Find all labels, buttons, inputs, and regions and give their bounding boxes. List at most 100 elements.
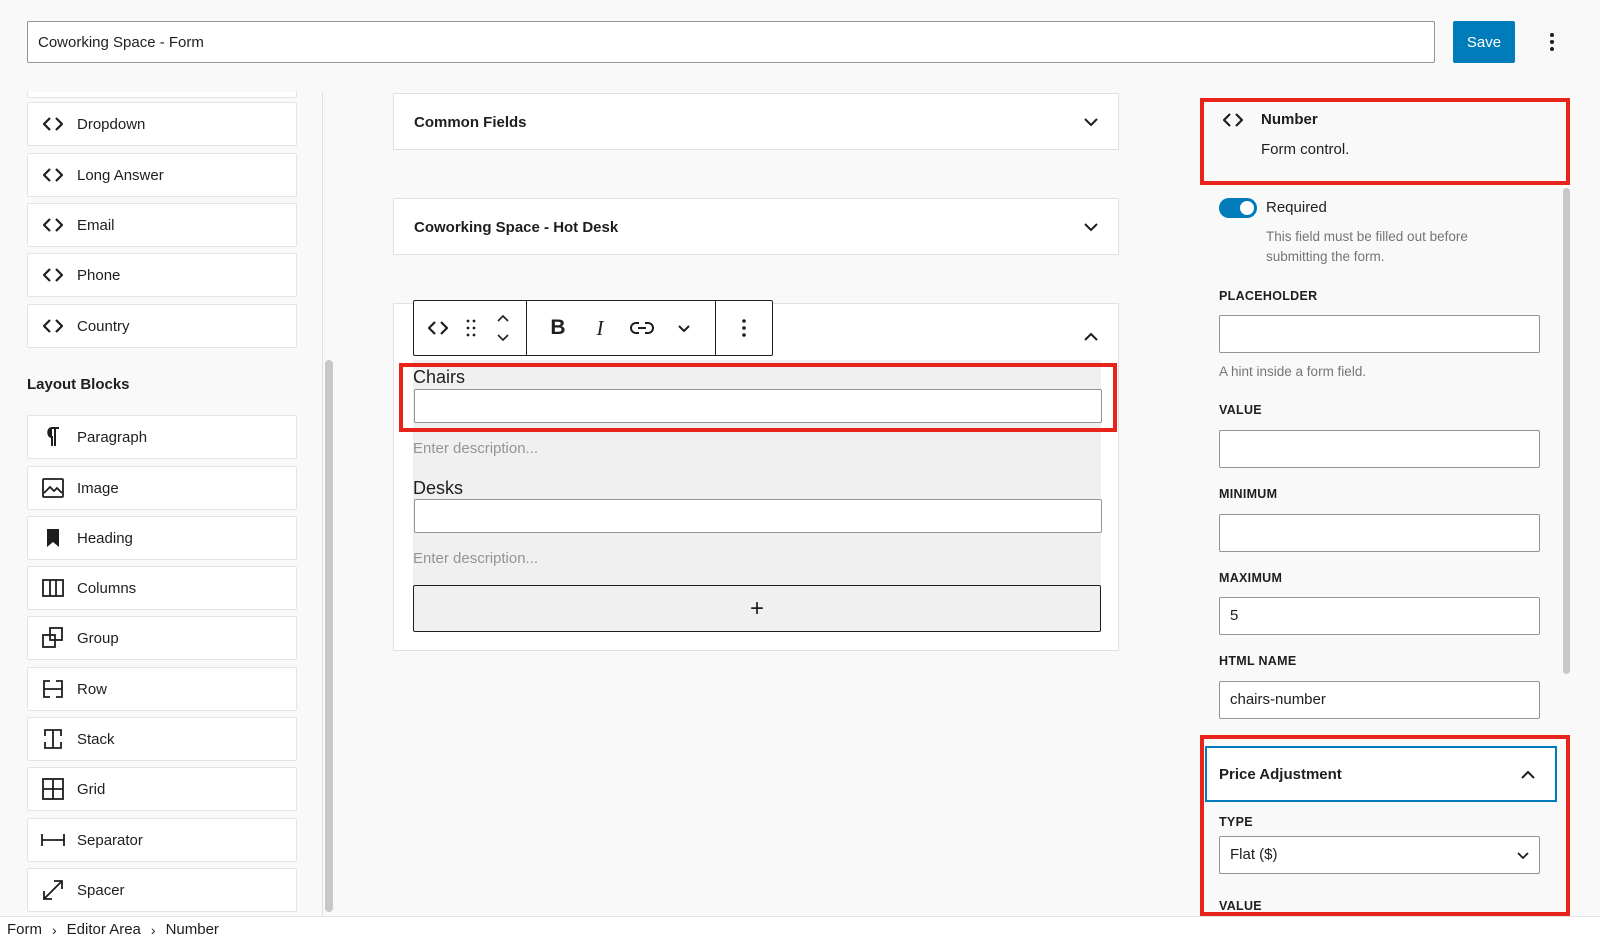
required-help: This field must be filled out before sub… (1266, 229, 1468, 264)
minimum-input[interactable] (1219, 514, 1540, 552)
more-options-button[interactable] (1540, 24, 1564, 60)
block-item-label: Phone (77, 266, 121, 284)
block-inserter-panel: Dropdown Long Answer Email Phone Country… (0, 92, 340, 916)
grid-icon (41, 777, 65, 801)
desks-description[interactable]: Enter description... (413, 550, 538, 567)
block-item-image[interactable]: Image (27, 466, 297, 510)
block-item-label: Spacer (77, 881, 125, 899)
block-item-stack[interactable]: Stack (27, 717, 297, 761)
minimum-label: MINIMUM (1219, 487, 1278, 501)
inspector-scrollbar[interactable] (1563, 188, 1570, 674)
panel-title: Coworking Space - Hot Desk (414, 218, 619, 236)
required-toggle[interactable] (1219, 198, 1257, 218)
block-item-label: Separator (77, 831, 143, 849)
value-label: VALUE (1219, 403, 1262, 417)
block-item-label: Heading (77, 529, 133, 547)
required-label: Required (1266, 199, 1327, 216)
italic-button[interactable]: I (579, 310, 621, 346)
block-item-long-answer[interactable]: Long Answer (27, 153, 297, 197)
block-item-partial[interactable] (27, 92, 297, 98)
breadcrumb-item-editor-area[interactable]: Editor Area (67, 921, 141, 938)
block-item-heading[interactable]: Heading (27, 516, 297, 560)
highlight-chairs-field (399, 363, 1117, 432)
sidebar-divider (322, 92, 323, 916)
block-item-country[interactable]: Country (27, 304, 297, 348)
spacer-icon (41, 878, 65, 902)
value-input[interactable] (1219, 430, 1540, 468)
common-fields-panel[interactable]: Common Fields (393, 93, 1119, 150)
link-icon (630, 322, 654, 334)
block-item-label: Country (77, 317, 130, 335)
link-button[interactable] (621, 310, 663, 346)
block-item-label: Grid (77, 780, 106, 798)
chevron-right-icon: › (52, 921, 57, 938)
drag-handle[interactable] (456, 310, 486, 346)
more-vertical-icon (1550, 33, 1554, 51)
code-icon (41, 314, 65, 338)
block-options-button[interactable] (726, 310, 762, 346)
block-item-grid[interactable]: Grid (27, 767, 297, 811)
block-item-columns[interactable]: Columns (27, 566, 297, 610)
chevron-down-icon (678, 324, 690, 332)
block-item-spacer[interactable]: Spacer (27, 868, 297, 912)
chevron-down-icon (1084, 222, 1098, 231)
save-button[interactable]: Save (1453, 21, 1515, 63)
highlight-price-adjustment (1200, 735, 1570, 916)
image-icon (41, 476, 65, 500)
desks-label: Desks (413, 478, 464, 498)
block-item-label: Long Answer (77, 166, 164, 184)
chevron-up-icon (1084, 332, 1098, 341)
html-name-label: HTML NAME (1219, 654, 1297, 668)
maximum-input[interactable]: 5 (1219, 597, 1540, 635)
move-buttons[interactable] (486, 310, 520, 346)
hot-desk-panel[interactable]: Coworking Space - Hot Desk (393, 198, 1119, 255)
layout-blocks-heading: Layout Blocks (27, 376, 130, 393)
block-item-label: Group (77, 629, 119, 647)
form-title-input[interactable] (27, 21, 1435, 63)
more-vertical-icon (742, 319, 746, 337)
breadcrumb-item-number[interactable]: Number (166, 921, 219, 938)
maximum-label: MAXIMUM (1219, 571, 1283, 585)
block-item-phone[interactable]: Phone (27, 253, 297, 297)
paragraph-icon (41, 425, 65, 449)
code-icon (41, 213, 65, 237)
chevron-down-icon (1084, 117, 1098, 126)
highlight-block-card (1200, 98, 1570, 185)
block-toolbar: B I (413, 300, 773, 356)
sidebar-scrollbar[interactable] (325, 360, 333, 912)
bold-button[interactable]: B (537, 310, 579, 346)
more-formats-button[interactable] (663, 310, 705, 346)
block-item-row[interactable]: Row (27, 667, 297, 711)
block-item-paragraph[interactable]: Paragraph (27, 415, 297, 459)
collapse-panel-button[interactable] (1084, 328, 1098, 346)
chairs-description[interactable]: Enter description... (413, 440, 538, 457)
html-name-input[interactable]: chairs-number (1219, 681, 1540, 719)
block-item-label: Columns (77, 579, 137, 597)
stack-icon (41, 727, 65, 751)
block-item-group[interactable]: Group (27, 616, 297, 660)
drag-handle-icon (466, 319, 476, 337)
placeholder-label: PLACEHOLDER (1219, 289, 1318, 303)
block-item-label: Email (77, 216, 115, 234)
block-item-separator[interactable]: Separator (27, 818, 297, 862)
block-item-email[interactable]: Email (27, 203, 297, 247)
heading-icon (41, 526, 65, 550)
chevron-right-icon: › (150, 921, 156, 938)
code-icon (428, 321, 448, 335)
block-type-button[interactable] (420, 310, 456, 346)
add-block-button[interactable]: + (413, 585, 1101, 632)
plus-icon: + (749, 594, 764, 622)
breadcrumb: Form › Editor Area › Number (0, 916, 1600, 942)
block-item-label: Row (77, 680, 108, 698)
chevron-up-icon[interactable] (497, 315, 509, 322)
breadcrumb-item-form[interactable]: Form (7, 921, 42, 938)
separator-icon (41, 828, 65, 852)
bold-icon: B (550, 316, 566, 339)
placeholder-input[interactable] (1219, 315, 1540, 353)
code-icon (41, 263, 65, 287)
block-item-dropdown[interactable]: Dropdown (27, 102, 297, 146)
columns-icon (41, 576, 65, 600)
chevron-down-icon[interactable] (497, 334, 509, 341)
desks-input[interactable] (414, 499, 1102, 533)
block-item-label: Image (77, 479, 119, 497)
